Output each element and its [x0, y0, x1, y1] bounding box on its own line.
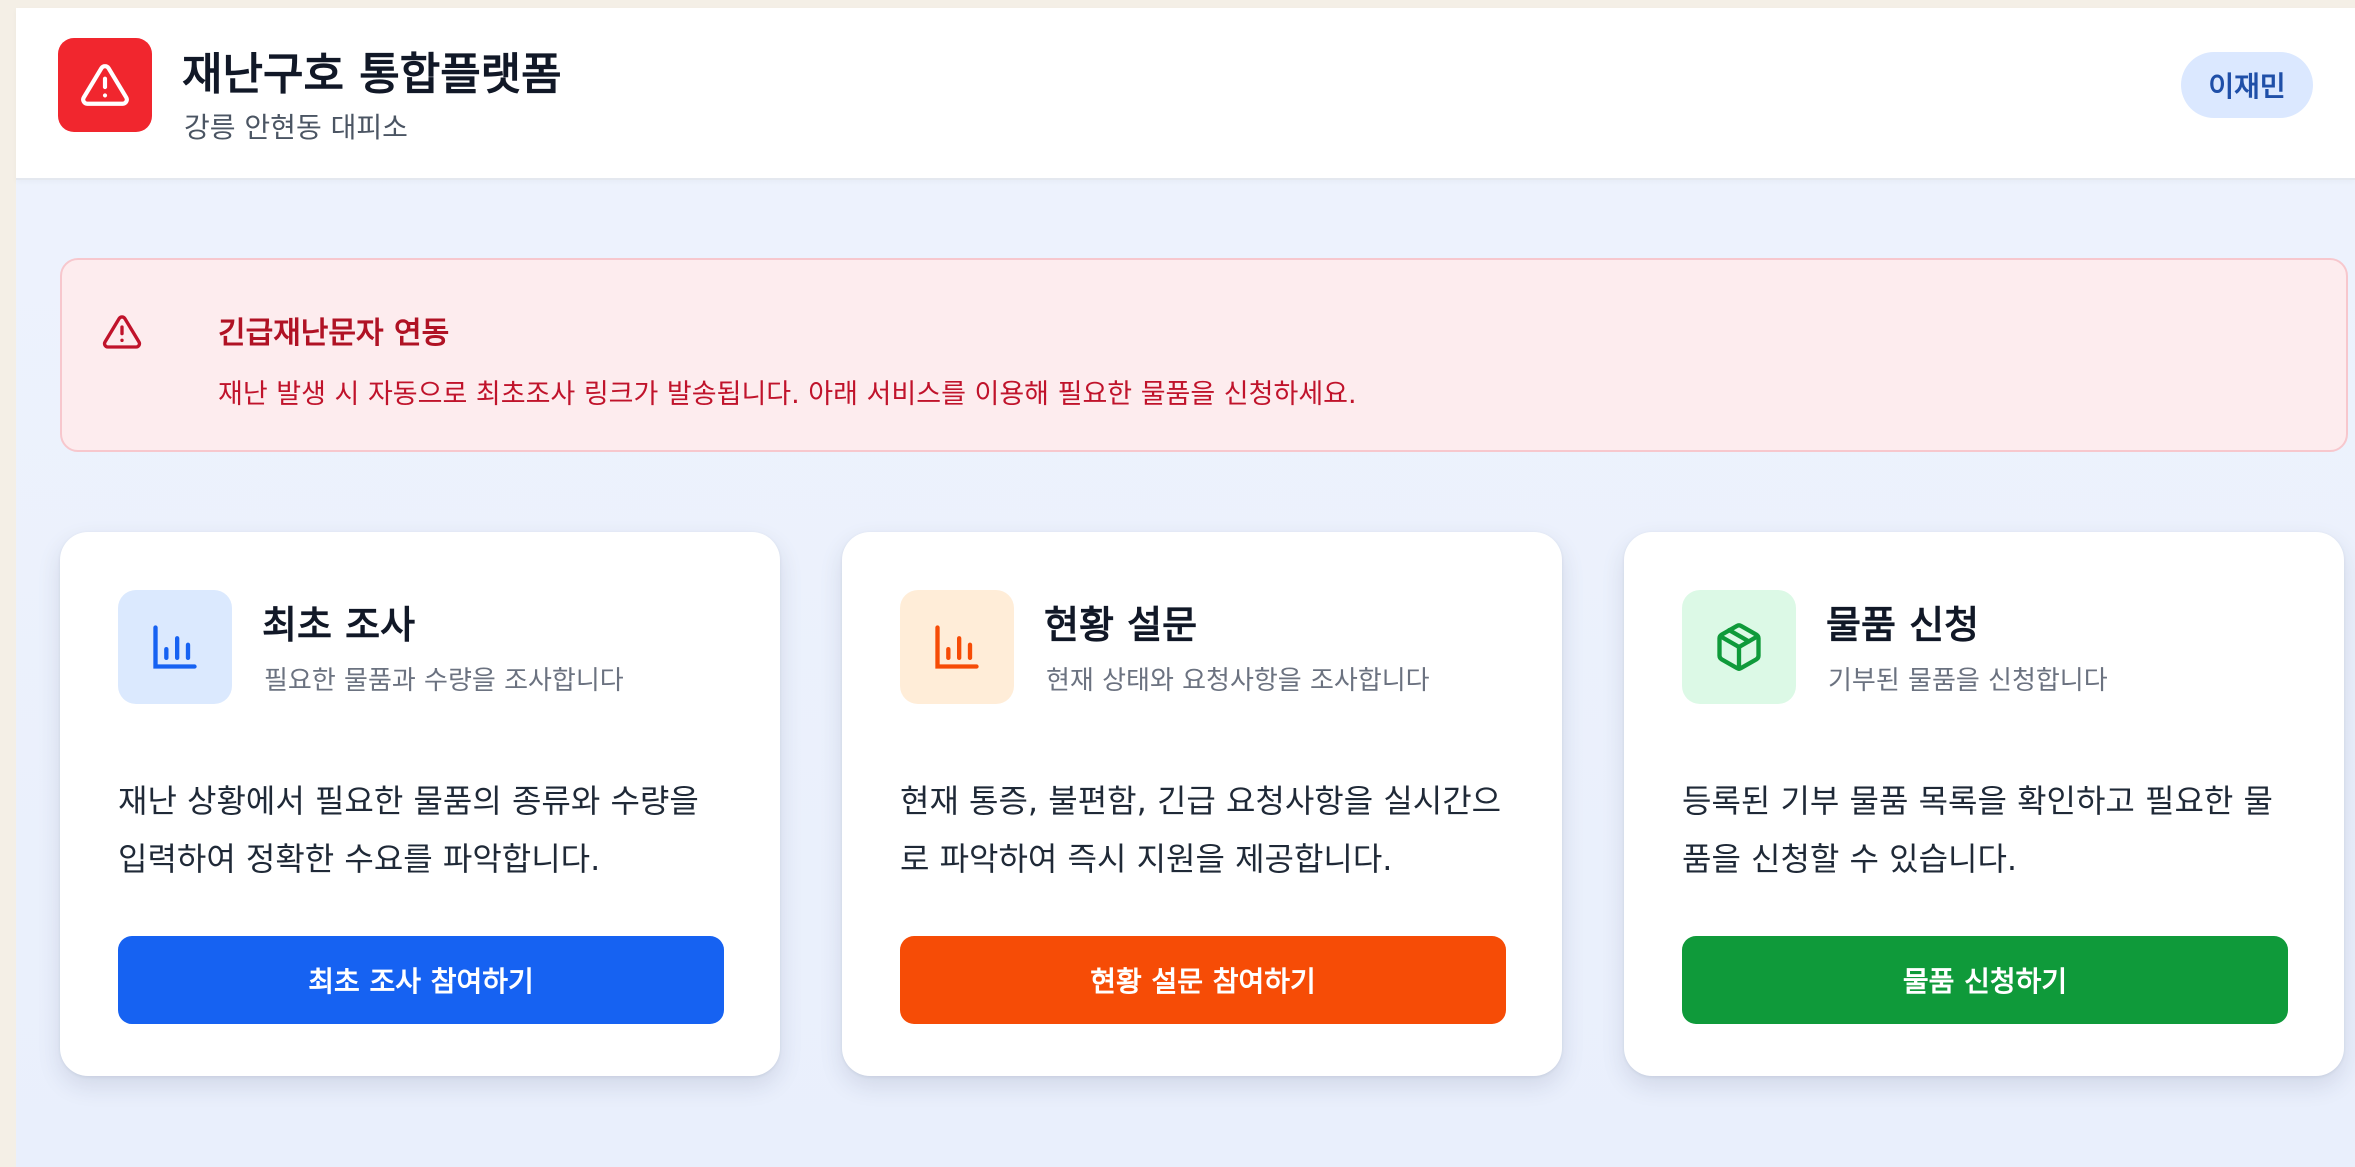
- card-description: 재난 상황에서 필요한 물품의 종류와 수량을 입력하여 정확한 수요를 파악합…: [118, 782, 699, 878]
- card-subtitle: 필요한 물품과 수량을 조사합니다: [264, 666, 624, 696]
- status-survey-button[interactable]: 현황 설문 참여하기: [900, 936, 1506, 1024]
- top-header: 재난구호 통합플랫폼 강릉 안현동 대피소 이재민: [16, 8, 2355, 180]
- bar-chart-icon: [935, 625, 979, 669]
- emergency-alert-banner: 긴급재난문자 연동 재난 발생 시 자동으로 최초조사 링크가 발송됩니다. 아…: [60, 258, 2348, 452]
- card-initial-survey: 최초 조사 필요한 물품과 수량을 조사합니다 재난 상황에서 필요한 물품의 …: [60, 532, 780, 1076]
- card-icon-box: [900, 590, 1014, 704]
- card-icon-box: [1682, 590, 1796, 704]
- app-title: 재난구호 통합플랫폼: [182, 49, 562, 100]
- card-subtitle: 현재 상태와 요청사항을 조사합니다: [1046, 666, 1430, 696]
- initial-survey-button[interactable]: 최초 조사 참여하기: [118, 936, 724, 1024]
- card-title: 최초 조사: [262, 603, 416, 647]
- warning-triangle-icon: [102, 315, 142, 349]
- card-subtitle: 기부된 물품을 신청합니다: [1828, 666, 2108, 696]
- card-icon-box: [118, 590, 232, 704]
- bar-chart-icon: [153, 625, 197, 669]
- card-title: 현황 설문: [1044, 603, 1198, 647]
- card-description: 등록된 기부 물품 목록을 확인하고 필요한 물품을 신청할 수 있습니다.: [1682, 782, 2273, 878]
- card-title: 물품 신청: [1826, 603, 1980, 647]
- warning-triangle-icon: [81, 64, 129, 106]
- user-badge[interactable]: 이재민: [2181, 52, 2313, 118]
- alert-message: 재난 발생 시 자동으로 최초조사 링크가 발송됩니다. 아래 서비스를 이용해…: [218, 379, 1357, 410]
- card-status-survey: 현황 설문 현재 상태와 요청사항을 조사합니다 현재 통증, 불편함, 긴급 …: [842, 532, 1562, 1076]
- package-box-icon: [1717, 623, 1761, 671]
- card-description: 현재 통증, 불편함, 긴급 요청사항을 실시간으로 파악하여 즉시 지원을 제…: [900, 782, 1502, 878]
- shelter-name: 강릉 안현동 대피소: [184, 111, 408, 144]
- app-frame: 재난구호 통합플랫폼 강릉 안현동 대피소 이재민 긴급재난문자 연동 재난 발…: [16, 8, 2355, 1167]
- item-request-button[interactable]: 물품 신청하기: [1682, 936, 2288, 1024]
- card-item-request: 물품 신청 기부된 물품을 신청합니다 등록된 기부 물품 목록을 확인하고 필…: [1624, 532, 2344, 1076]
- app-logo: [58, 38, 152, 132]
- alert-title: 긴급재난문자 연동: [218, 316, 450, 351]
